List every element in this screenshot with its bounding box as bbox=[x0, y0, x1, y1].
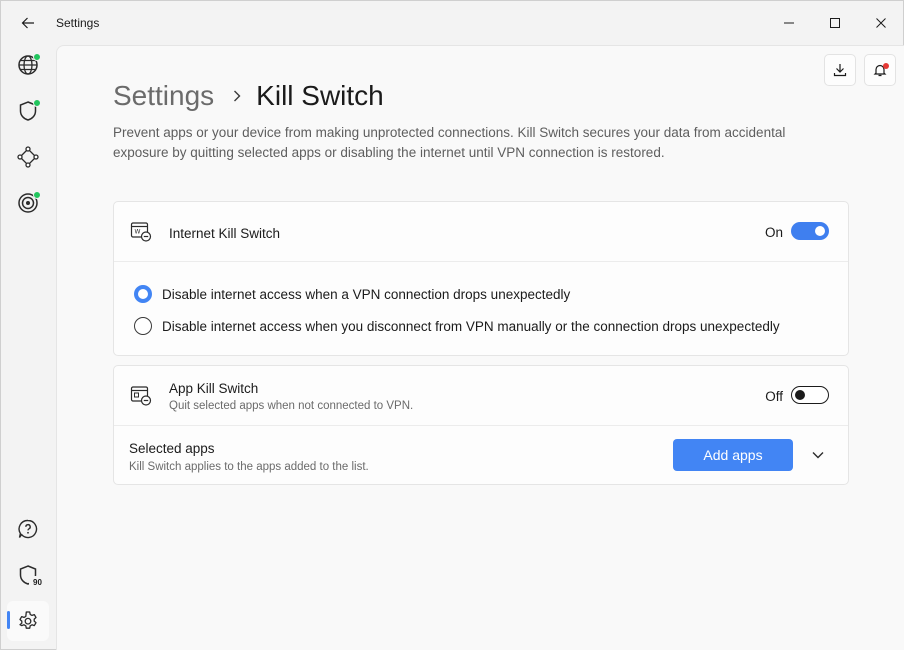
app-kill-switch-title: App Kill Switch bbox=[169, 381, 259, 396]
selected-apps-row: Selected apps Kill Switch applies to the… bbox=[114, 426, 848, 486]
breadcrumb: Settings Kill Switch bbox=[113, 80, 384, 112]
nav-rail: 90 bbox=[1, 45, 56, 650]
app-kill-switch-state: Off bbox=[765, 389, 783, 404]
status-dot bbox=[33, 191, 41, 199]
breadcrumb-settings[interactable]: Settings bbox=[113, 80, 214, 112]
maximize-icon bbox=[830, 18, 840, 28]
download-icon bbox=[833, 64, 847, 77]
gear-icon bbox=[19, 611, 37, 629]
internet-kill-switch-state: On bbox=[764, 225, 783, 240]
close-button[interactable] bbox=[858, 1, 904, 45]
expand-apps-button[interactable] bbox=[804, 441, 832, 469]
internet-kill-switch-icon: W bbox=[130, 222, 152, 242]
radio-option-manual-disconnect[interactable]: Disable internet access when you disconn… bbox=[134, 317, 780, 335]
minimize-button[interactable] bbox=[766, 1, 812, 45]
svg-text:W: W bbox=[135, 229, 141, 236]
status-dot bbox=[33, 99, 41, 107]
app-kill-switch-row: App Kill Switch Quit selected apps when … bbox=[114, 366, 848, 426]
active-indicator bbox=[7, 611, 10, 629]
rail-item-protection[interactable] bbox=[7, 91, 49, 131]
internet-kill-switch-title: Internet Kill Switch bbox=[169, 226, 281, 241]
internet-kill-switch-toggle[interactable] bbox=[791, 222, 829, 240]
toggle-knob bbox=[795, 389, 805, 400]
internet-kill-switch-card: W Internet Kill Switch On Disable intern… bbox=[113, 201, 849, 356]
radio-button[interactable] bbox=[134, 317, 152, 335]
chevron-right-icon bbox=[232, 89, 242, 103]
rail-item-locations[interactable] bbox=[7, 45, 49, 85]
rail-item-threat-protection[interactable] bbox=[7, 183, 49, 223]
radio-option-vpn-drops[interactable]: Disable internet access when a VPN conne… bbox=[134, 285, 570, 303]
content-panel: Settings Kill Switch Prevent apps or you… bbox=[56, 45, 904, 650]
back-button[interactable] bbox=[13, 9, 43, 37]
app-kill-switch-card: App Kill Switch Quit selected apps when … bbox=[113, 365, 849, 485]
rail-item-help[interactable] bbox=[7, 509, 49, 549]
page-title: Kill Switch bbox=[256, 80, 384, 111]
app-kill-switch-icon bbox=[130, 386, 152, 406]
app-kill-switch-subtitle: Quit selected apps when not connected to… bbox=[169, 400, 414, 412]
app-kill-switch-toggle[interactable] bbox=[791, 386, 829, 404]
notifications-button[interactable] bbox=[864, 54, 896, 86]
page-description: Prevent apps or your device from making … bbox=[113, 125, 786, 160]
network-icon bbox=[17, 146, 39, 168]
status-dot bbox=[33, 53, 41, 61]
rail-item-settings[interactable] bbox=[7, 601, 49, 641]
minimize-icon bbox=[784, 22, 794, 24]
chevron-down-icon bbox=[812, 452, 824, 459]
add-apps-button[interactable]: Add apps bbox=[673, 439, 793, 471]
notification-dot bbox=[883, 63, 889, 69]
internet-kill-switch-row: W Internet Kill Switch On bbox=[114, 202, 848, 262]
radio-label: Disable internet access when a VPN conne… bbox=[162, 286, 571, 302]
title-bar: Settings bbox=[1, 1, 903, 45]
close-icon bbox=[876, 18, 886, 28]
selected-apps-title: Selected apps bbox=[129, 441, 215, 456]
selected-apps-subtitle: Kill Switch applies to the apps added to… bbox=[129, 461, 369, 473]
rail-item-network[interactable] bbox=[7, 137, 49, 177]
radio-button[interactable] bbox=[134, 285, 152, 303]
rail-item-account[interactable]: 90 bbox=[7, 555, 49, 595]
app-window: Settings 90 Settings Kill Switch Prevent… bbox=[0, 0, 904, 650]
days-badge: 90 bbox=[33, 578, 42, 587]
toggle-knob bbox=[815, 226, 825, 236]
maximize-button[interactable] bbox=[812, 1, 858, 45]
window-title: Settings bbox=[56, 16, 100, 30]
download-button[interactable] bbox=[824, 54, 856, 86]
arrow-left-icon bbox=[21, 17, 34, 29]
radio-label: Disable internet access when you disconn… bbox=[162, 318, 780, 334]
help-icon bbox=[18, 519, 38, 539]
